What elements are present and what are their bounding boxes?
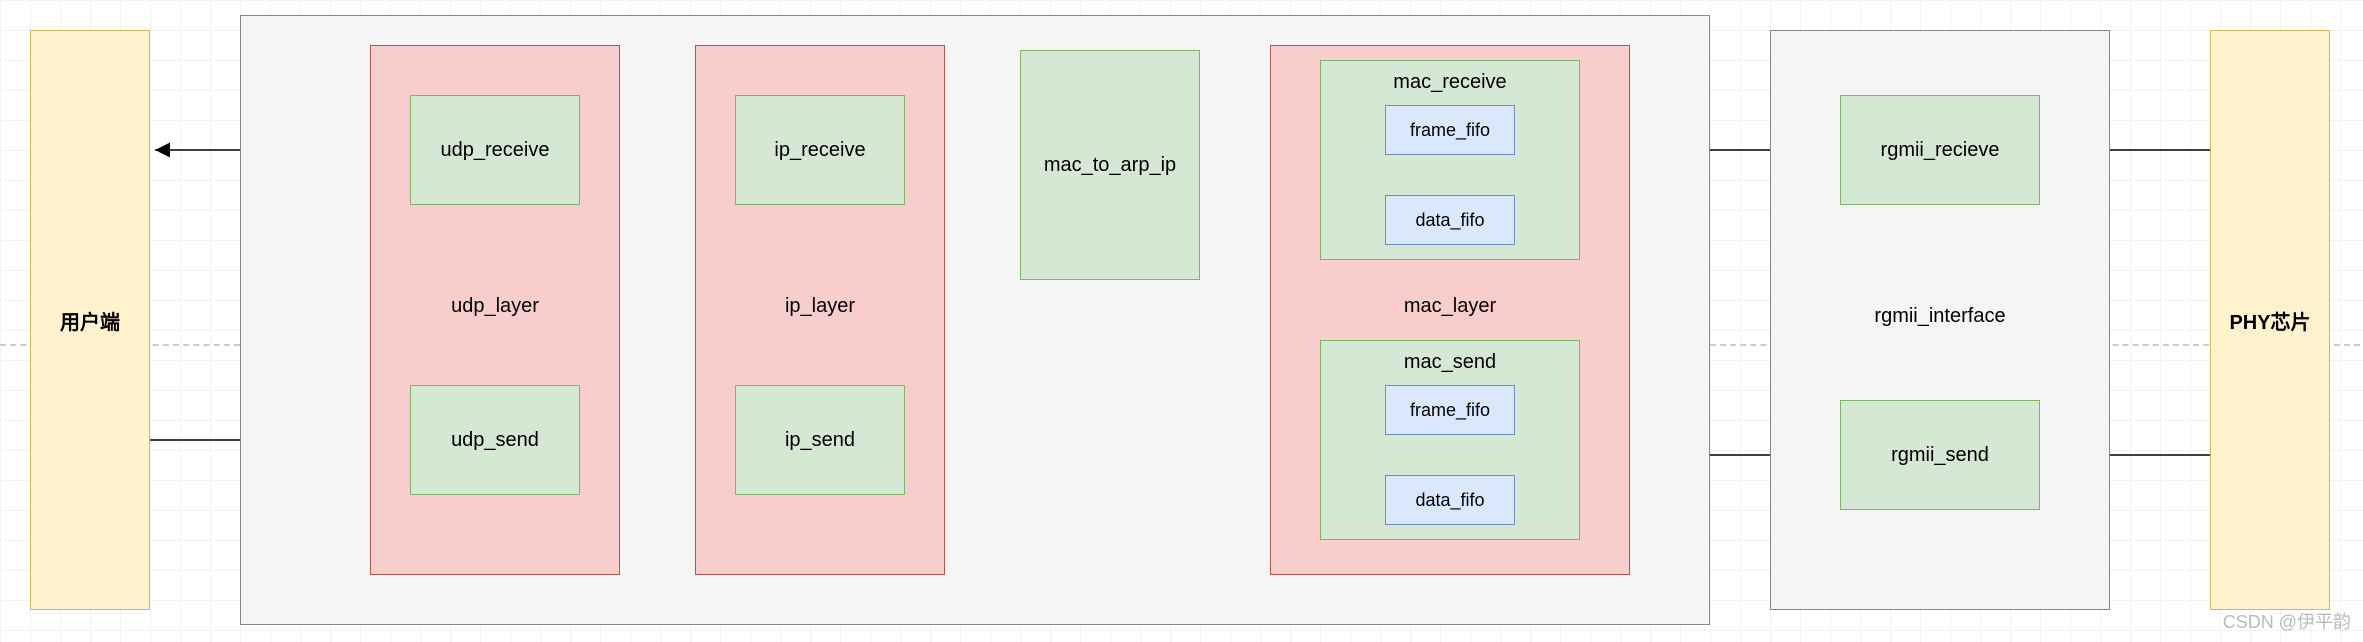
mac-receive-frame-fifo: frame_fifo <box>1385 105 1515 155</box>
mac-to-arp-ip: mac_to_arp_ip <box>1020 50 1200 280</box>
watermark: CSDN @伊平韵 <box>2223 608 2351 634</box>
ip-receive: ip_receive <box>735 95 905 205</box>
udp-layer-title: udp_layer <box>370 295 620 318</box>
rgmii-receive-label: rgmii_recieve <box>1881 139 2000 162</box>
mac-send-frame-fifo: frame_fifo <box>1385 385 1515 435</box>
ip-send-label: ip_send <box>785 429 855 452</box>
ip-send: ip_send <box>735 385 905 495</box>
mac-receive-data-fifo: data_fifo <box>1385 195 1515 245</box>
phy-chip: PHY芯片 <box>2210 30 2330 610</box>
rgmii-send: rgmii_send <box>1840 400 2040 510</box>
phy-chip-label: PHY芯片 <box>2229 306 2310 335</box>
mac-send-title: mac_send <box>1404 351 1496 374</box>
rgmii-send-label: rgmii_send <box>1891 444 1989 467</box>
ip-receive-label: ip_receive <box>774 139 865 162</box>
mac-send-data-fifo: data_fifo <box>1385 475 1515 525</box>
rgmii-receive: rgmii_recieve <box>1840 95 2040 205</box>
mac-layer-title: mac_layer <box>1270 295 1630 318</box>
user-endpoint: 用户端 <box>30 30 150 610</box>
user-endpoint-label: 用户端 <box>60 306 120 335</box>
udp-send-label: udp_send <box>451 429 539 452</box>
ip-layer-title: ip_layer <box>695 295 945 318</box>
mac-receive-title: mac_receive <box>1393 71 1506 94</box>
udp-send: udp_send <box>410 385 580 495</box>
udp-receive-label: udp_receive <box>441 139 550 162</box>
udp-receive: udp_receive <box>410 95 580 205</box>
mac-to-arp-ip-label: mac_to_arp_ip <box>1044 154 1176 177</box>
rgmii-interface-title: rgmii_interface <box>1770 305 2110 328</box>
